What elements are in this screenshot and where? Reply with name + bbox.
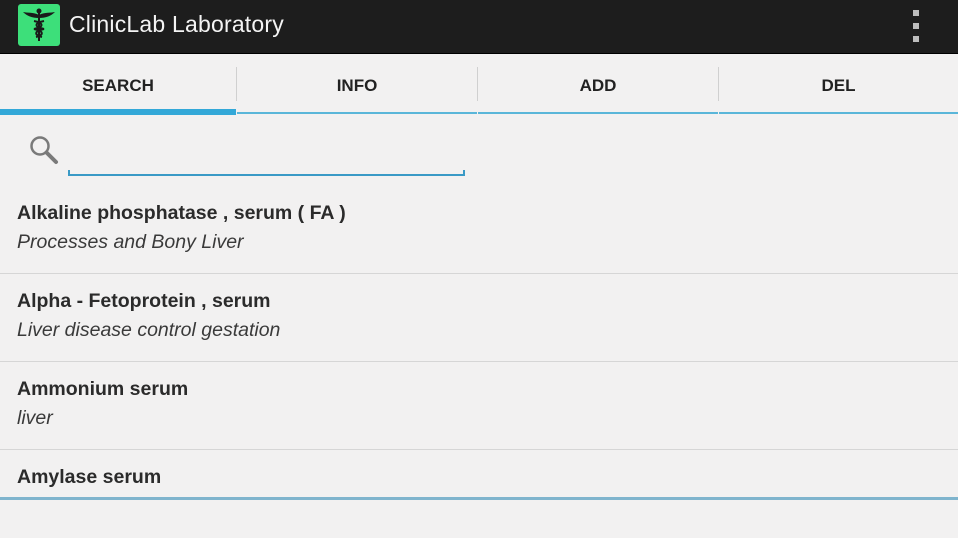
search-input[interactable] — [68, 132, 465, 176]
search-row — [0, 118, 958, 186]
tab-label: DEL — [821, 76, 856, 95]
tab-underline — [237, 112, 477, 114]
tab-label: ADD — [579, 76, 617, 95]
tab-underline — [478, 112, 718, 114]
tab-search[interactable]: SEARCH — [0, 55, 236, 117]
app-title: ClinicLab Laboratory — [69, 11, 284, 37]
list-item[interactable]: Ammonium serum liver — [0, 362, 958, 450]
list-item[interactable]: Alkaline phosphatase , serum ( FA ) Proc… — [0, 186, 958, 274]
item-subtitle: liver — [17, 407, 53, 429]
search-icon — [28, 134, 62, 168]
tab-add[interactable]: ADD — [478, 55, 718, 117]
results-list: Alkaline phosphatase , serum ( FA ) Proc… — [0, 186, 958, 538]
action-bar: ClinicLab Laboratory — [0, 0, 958, 54]
overflow-dot — [913, 23, 919, 29]
tab-underline — [719, 112, 958, 114]
list-item[interactable]: Alpha - Fetoprotein , serum Liver diseas… — [0, 274, 958, 362]
item-title: Alpha - Fetoprotein , serum — [17, 290, 271, 312]
caduceus-icon[interactable] — [18, 4, 60, 46]
search-input-underline — [68, 170, 465, 176]
tab-label: INFO — [336, 76, 378, 95]
tab-indicator — [0, 109, 236, 115]
overflow-dot — [913, 36, 919, 42]
item-subtitle: Liver disease control gestation — [17, 319, 281, 341]
item-title: Ammonium serum — [17, 378, 189, 400]
item-title: Amylase serum — [17, 466, 162, 488]
tab-bar: SEARCH INFO ADD DEL — [0, 55, 958, 117]
tab-label: SEARCH — [82, 76, 154, 95]
list-item[interactable]: Amylase serum — [0, 450, 958, 538]
overflow-dot — [913, 10, 919, 16]
overflow-menu-icon[interactable] — [906, 8, 928, 44]
item-subtitle: Processes and Bony Liver — [17, 231, 244, 253]
item-title: Alkaline phosphatase , serum ( FA ) — [17, 202, 346, 224]
tab-info[interactable]: INFO — [237, 55, 477, 117]
tab-del[interactable]: DEL — [719, 55, 958, 117]
